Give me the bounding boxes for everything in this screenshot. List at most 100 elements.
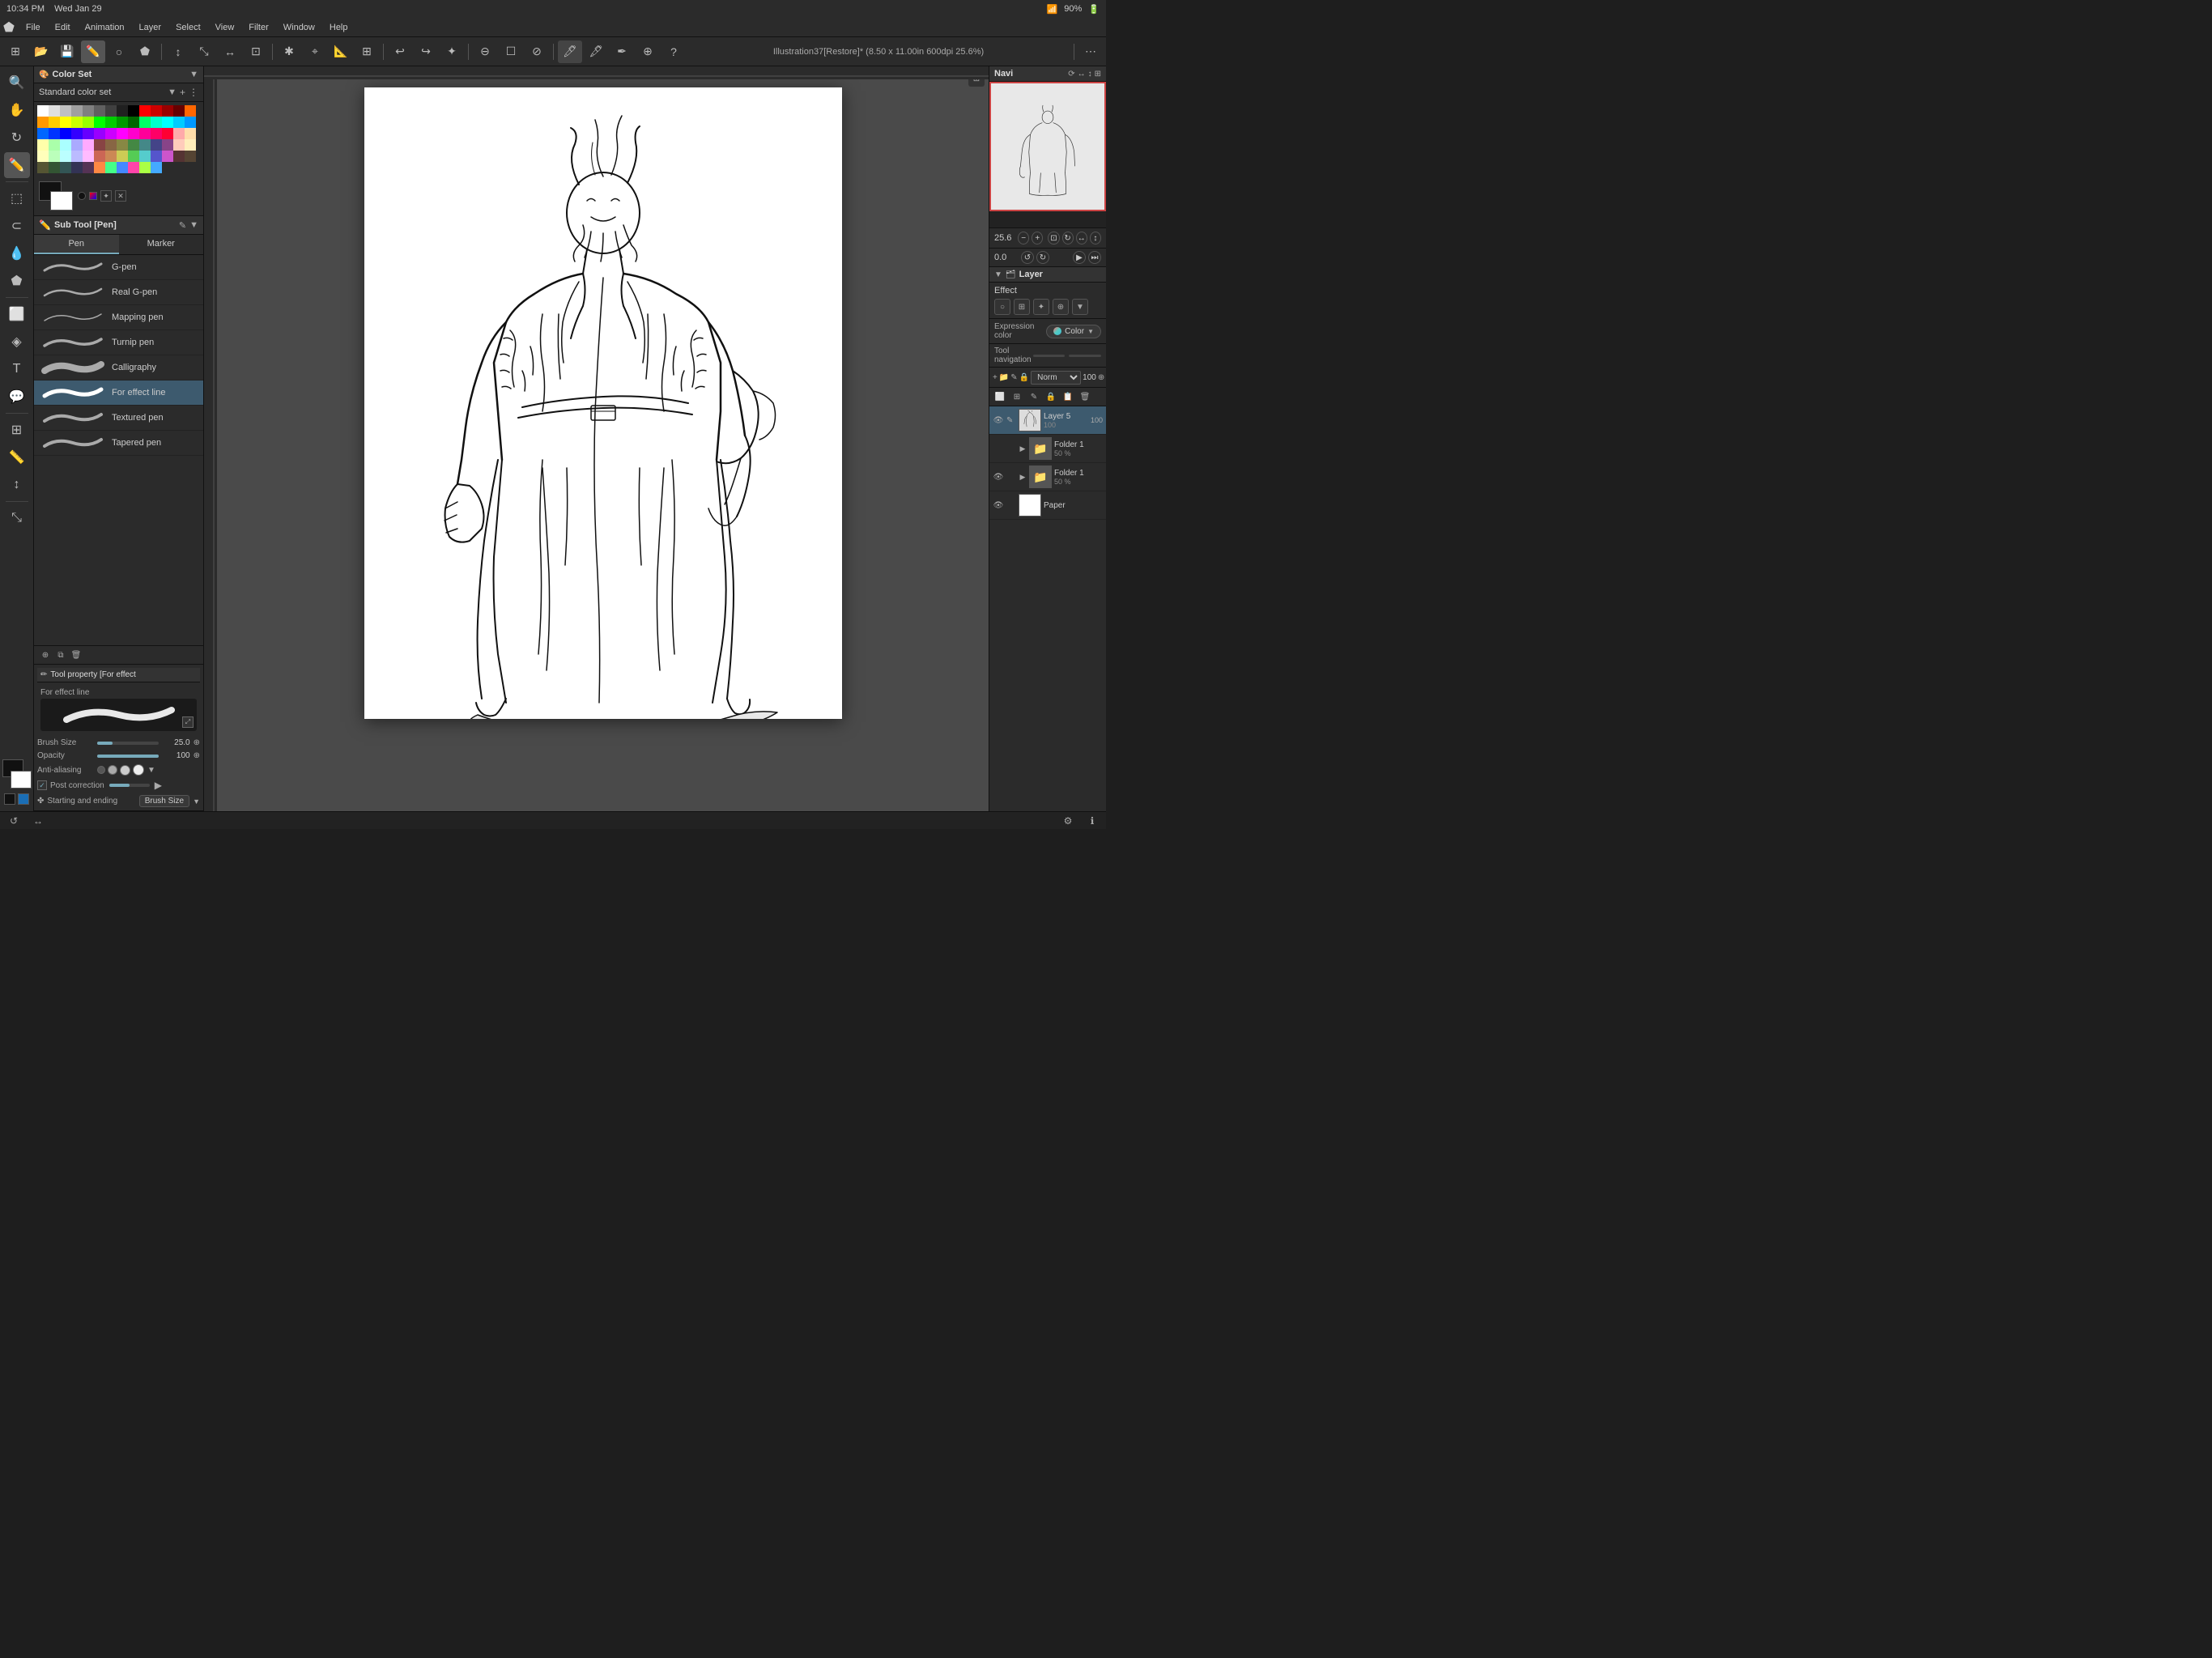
color-swatch-29[interactable]: [49, 128, 60, 139]
layer-tool4[interactable]: 🔒: [1044, 389, 1058, 404]
toolbar-blend-mode[interactable]: ⊕: [636, 40, 660, 63]
status-settings[interactable]: ⚙: [1061, 814, 1075, 828]
color-swatch-12[interactable]: [173, 105, 185, 117]
play-btn[interactable]: ▶: [1073, 251, 1086, 264]
color-swatch-54[interactable]: [173, 139, 185, 151]
subtool-item-7[interactable]: Tapered pen: [34, 431, 203, 456]
layer-tool2[interactable]: ⊞: [1010, 389, 1024, 404]
color-swatch-50[interactable]: [128, 139, 139, 151]
aa-dot-0[interactable]: [97, 766, 105, 774]
color-swatch-27[interactable]: [185, 117, 196, 128]
opacity-slider[interactable]: [97, 755, 159, 758]
color-swatch-35[interactable]: [117, 128, 128, 139]
color-swatch-78[interactable]: [128, 162, 139, 173]
aa-stepper[interactable]: ▼: [147, 766, 155, 775]
zoom-in-btn[interactable]: +: [1032, 232, 1043, 244]
toolprop-expand[interactable]: ⤢: [182, 716, 194, 728]
toolbar-brush-mode[interactable]: ✒: [610, 40, 634, 63]
layer-item-1[interactable]: ▶📁Folder 150 %: [989, 435, 1106, 463]
skip-btn[interactable]: ⏭: [1088, 251, 1101, 264]
color-swatch-16[interactable]: [60, 117, 71, 128]
color-eyedrop[interactable]: ✦: [100, 190, 112, 202]
layer-eye-1[interactable]: [993, 443, 1004, 454]
color-swatch-58[interactable]: [60, 151, 71, 162]
layer-pencil[interactable]: ✎: [1010, 370, 1017, 385]
color-swatch-79[interactable]: [139, 162, 151, 173]
tool-frame[interactable]: ⊞: [4, 417, 30, 443]
folder-arrow-1[interactable]: ▶: [1019, 444, 1027, 453]
color-swatch-8[interactable]: [128, 105, 139, 117]
tool-layer-move[interactable]: ↕: [4, 472, 30, 498]
post-correction-expand[interactable]: ▶: [155, 780, 162, 791]
color-swatch-32[interactable]: [83, 128, 94, 139]
color-swatch-57[interactable]: [49, 151, 60, 162]
effect-screen[interactable]: ⊞: [1014, 299, 1030, 315]
subtool-item-1[interactable]: Real G-pen: [34, 280, 203, 305]
subtool-item-3[interactable]: Turnip pen: [34, 330, 203, 355]
brush-size-slider[interactable]: [97, 742, 159, 745]
subtool-item-5[interactable]: For effect line: [34, 380, 203, 406]
subtool-copy[interactable]: ⧉: [54, 648, 67, 661]
toolbar-active[interactable]: ✏️: [81, 40, 105, 63]
color-swatch-10[interactable]: [151, 105, 162, 117]
flip-h-btn[interactable]: ↔: [1076, 232, 1087, 244]
toolbar-help2[interactable]: ?: [661, 40, 686, 63]
opacity-stepper[interactable]: ⊕: [194, 751, 200, 760]
layer-tool5[interactable]: 📋: [1061, 389, 1075, 404]
fg-color-swatch[interactable]: [4, 793, 15, 805]
brush-size-stepper[interactable]: ⊕: [194, 738, 200, 747]
status-rotate[interactable]: ↺: [6, 814, 21, 828]
toolbar-redo[interactable]: ↪: [414, 40, 438, 63]
color-swatch-15[interactable]: [49, 117, 60, 128]
menu-layer[interactable]: Layer: [133, 21, 168, 34]
color-swatch-48[interactable]: [105, 139, 117, 151]
tool-eyedrop[interactable]: 💧: [4, 240, 30, 266]
color-swatch-34[interactable]: [105, 128, 117, 139]
color-set-add[interactable]: +: [180, 87, 185, 98]
color-swatch-46[interactable]: [83, 139, 94, 151]
flip-v-btn[interactable]: ↕: [1090, 232, 1101, 244]
tool-rotate[interactable]: ↻: [4, 125, 30, 151]
expr-color-pill[interactable]: Color ▼: [1046, 325, 1101, 338]
brush-size-dropdown-arrow[interactable]: ▼: [193, 797, 200, 806]
toolbar-clear[interactable]: ✦: [440, 40, 464, 63]
subtool-add[interactable]: ⊕: [39, 648, 52, 661]
color-swatch-44[interactable]: [60, 139, 71, 151]
zoom-out-btn[interactable]: −: [1018, 232, 1029, 244]
color-swatch-64[interactable]: [128, 151, 139, 162]
toolbar-new[interactable]: ⊞: [3, 40, 28, 63]
color-swatch-73[interactable]: [71, 162, 83, 173]
layer-eye-0[interactable]: 👁: [993, 414, 1004, 426]
toolbar-frame[interactable]: ⊞: [355, 40, 379, 63]
color-rainbow[interactable]: [89, 192, 97, 200]
background-color[interactable]: [50, 191, 73, 210]
effect-overlay[interactable]: ⊕: [1053, 299, 1069, 315]
subtool-item-6[interactable]: Textured pen: [34, 406, 203, 431]
nav-icon-3[interactable]: ↕: [1088, 70, 1092, 79]
menu-window[interactable]: Window: [277, 21, 321, 34]
subtool-item-2[interactable]: Mapping pen: [34, 305, 203, 330]
color-swatch-14[interactable]: [37, 117, 49, 128]
brush-size-dropdown-btn[interactable]: Brush Size: [139, 795, 189, 807]
menu-filter[interactable]: Filter: [242, 21, 274, 34]
color-swatch-68[interactable]: [173, 151, 185, 162]
color-swatch-37[interactable]: [139, 128, 151, 139]
color-swatch-30[interactable]: [60, 128, 71, 139]
color-swatch-13[interactable]: [185, 105, 196, 117]
color-swatch-59[interactable]: [71, 151, 83, 162]
tool-transform[interactable]: ⤡: [4, 505, 30, 531]
layer-eye-3[interactable]: 👁: [993, 500, 1004, 511]
zoom-reset-btn[interactable]: ↻: [1062, 232, 1074, 244]
layer-new[interactable]: +: [993, 370, 998, 385]
color-swatch-26[interactable]: [173, 117, 185, 128]
color-swatch-24[interactable]: [151, 117, 162, 128]
folder-arrow-2[interactable]: ▶: [1019, 473, 1027, 481]
layer-eye-2[interactable]: 👁: [993, 471, 1004, 483]
toolbar-pen-mode[interactable]: 🖊: [558, 40, 582, 63]
canvas-area[interactable]: ⊞: [204, 66, 989, 811]
effect-normal[interactable]: ○: [994, 299, 1010, 315]
aa-dot-2[interactable]: [120, 765, 130, 776]
color-swatch-77[interactable]: [117, 162, 128, 173]
toolbar-transform[interactable]: ⤡: [192, 40, 216, 63]
color-swatch-53[interactable]: [162, 139, 173, 151]
